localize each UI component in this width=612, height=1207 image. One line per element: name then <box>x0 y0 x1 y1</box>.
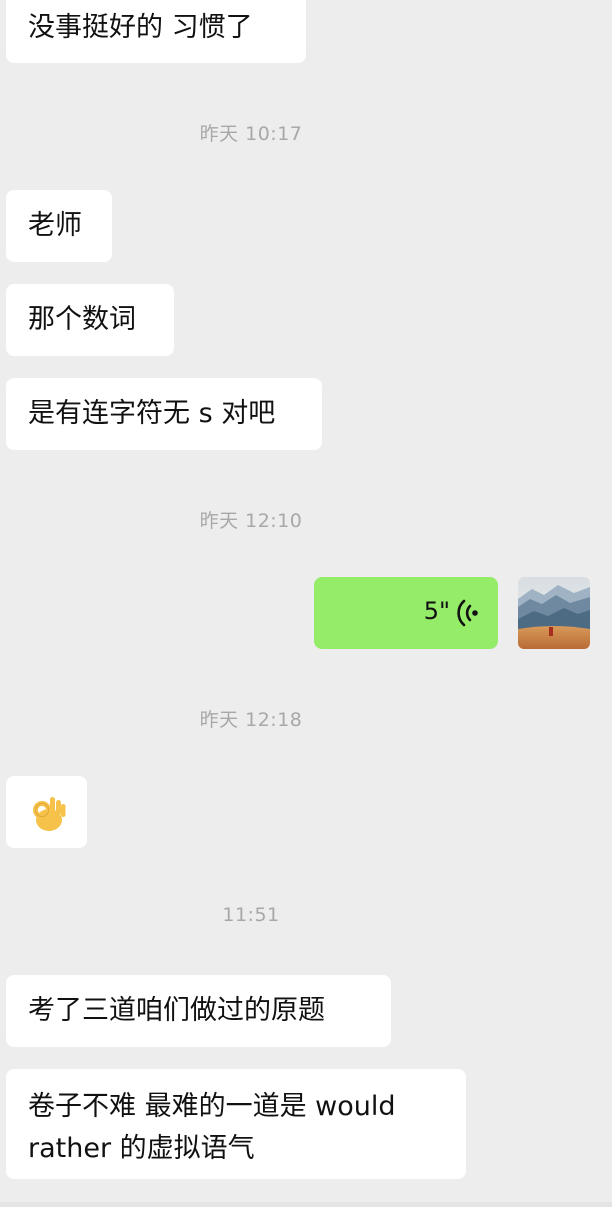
emoji-message-bubble[interactable] <box>6 776 87 848</box>
timestamp: 昨天 12:10 <box>199 510 303 532</box>
voice-wave-icon <box>457 599 478 627</box>
message-bubble[interactable]: 卷子不难 最难的一道是 would rather 的虚拟语气 <box>6 1069 466 1179</box>
message-text: 老师 <box>28 210 82 241</box>
message-bubble[interactable]: 是有连字符无 s 对吧 <box>6 378 322 450</box>
message-text: 卷子不难 最难的一道是 would rather 的虚拟语气 <box>28 1091 396 1164</box>
landscape-avatar <box>518 577 590 649</box>
timestamp: 昨天 12:18 <box>199 709 303 731</box>
input-divider <box>0 1202 612 1207</box>
message-text: 没事挺好的 习惯了 <box>28 12 253 43</box>
timestamp: 昨天 10:17 <box>199 123 303 145</box>
message-text: 考了三道咱们做过的原题 <box>28 995 325 1026</box>
timestamp: 11:51 <box>222 904 280 926</box>
message-bubble[interactable]: 考了三道咱们做过的原题 <box>6 975 391 1047</box>
message-text: 那个数词 <box>28 304 136 335</box>
message-bubble[interactable]: 那个数词 <box>6 284 174 356</box>
message-text: 是有连字符无 s 对吧 <box>28 398 276 429</box>
avatar[interactable] <box>518 577 590 649</box>
voice-message-bubble[interactable]: 5" <box>314 577 498 649</box>
ok-hand-emoji-icon <box>33 797 66 831</box>
message-bubble[interactable]: 老师 <box>6 190 112 262</box>
voice-duration: 5" <box>423 597 450 625</box>
message-bubble[interactable]: 没事挺好的 习惯了 <box>6 0 306 63</box>
